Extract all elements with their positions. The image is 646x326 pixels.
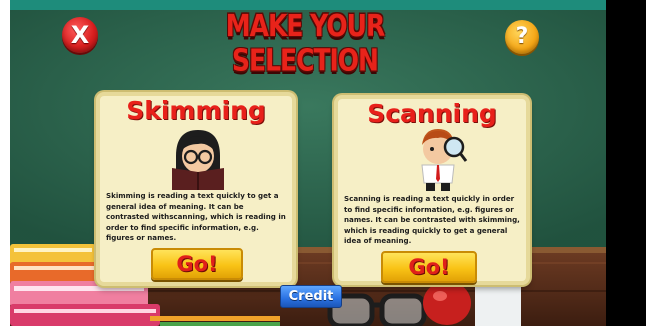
reading-girl-icon bbox=[172, 130, 224, 190]
help-button[interactable]: ? bbox=[505, 20, 539, 54]
skimming-go-label: Go! bbox=[176, 252, 218, 276]
game-screen: X MAKE YOUR SELECTION ? Skimming Skimmin… bbox=[0, 0, 646, 326]
skimming-card: Skimming Skimming is reading a text quic… bbox=[96, 92, 296, 286]
question-icon: ? bbox=[515, 24, 529, 49]
scanning-card: Scanning Scanning is reading a text quic… bbox=[334, 95, 530, 285]
close-icon: X bbox=[70, 21, 90, 49]
scanning-go-button[interactable]: Go! bbox=[381, 251, 477, 283]
magnifying-boy-icon bbox=[421, 129, 468, 191]
page-title: MAKE YOUR SELECTION bbox=[225, 8, 385, 78]
skimming-go-button[interactable]: Go! bbox=[151, 248, 243, 280]
mug-illustration bbox=[475, 280, 521, 326]
pencil bbox=[150, 316, 280, 321]
credit-button[interactable]: Credit bbox=[280, 285, 342, 308]
scanning-description: Scanning is reading a text quickly in or… bbox=[344, 194, 520, 246]
close-button[interactable]: X bbox=[62, 17, 98, 53]
skimming-title: Skimming bbox=[126, 96, 266, 125]
credit-label: Credit bbox=[288, 289, 334, 304]
scanning-go-label: Go! bbox=[408, 255, 450, 279]
scanning-title: Scanning bbox=[367, 99, 497, 128]
skimming-description: Skimming is reading a text quickly to ge… bbox=[106, 191, 286, 243]
letterbox-bar bbox=[606, 0, 646, 326]
